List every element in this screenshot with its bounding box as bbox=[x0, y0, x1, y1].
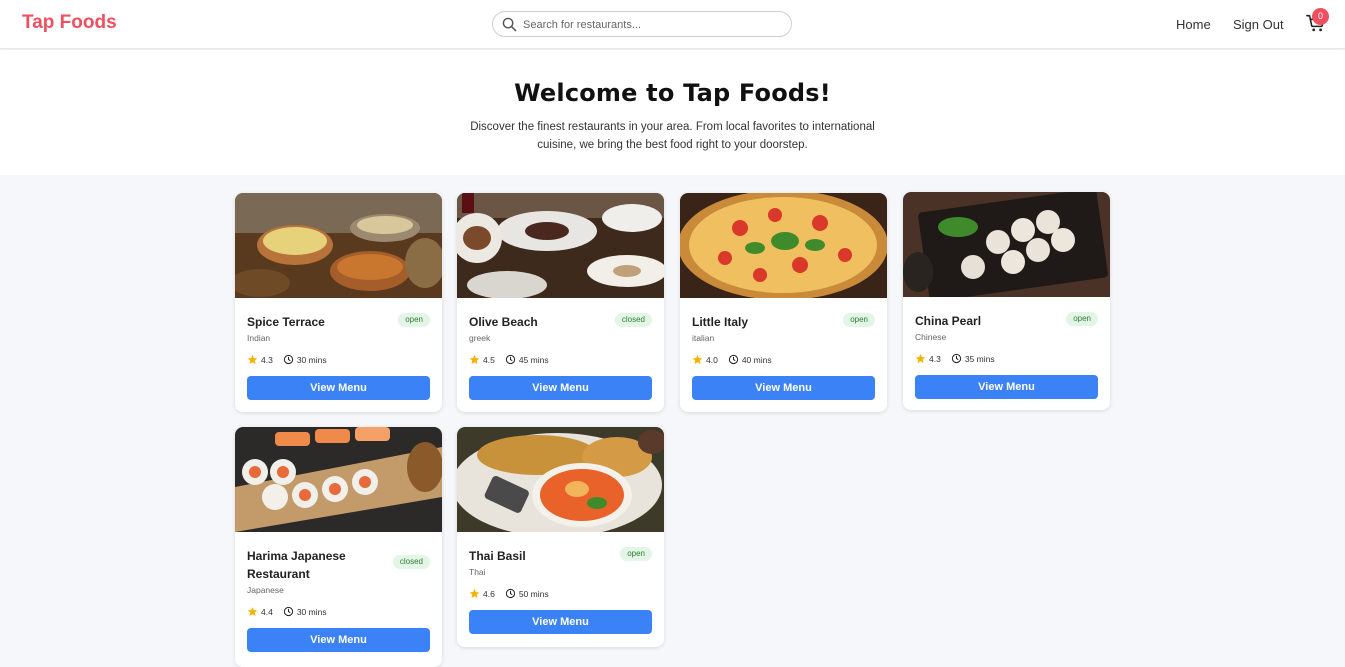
restaurant-card[interactable]: Thai Basil open Thai 4.6 50 mins View Me… bbox=[457, 427, 664, 647]
star-icon bbox=[469, 354, 480, 365]
delivery-time: 35 mins bbox=[964, 353, 995, 364]
restaurant-name: China Pearl bbox=[915, 314, 982, 328]
view-menu-button[interactable]: View Menu bbox=[915, 375, 1098, 399]
restaurant-cuisine: Japanese bbox=[247, 585, 284, 595]
clock-icon bbox=[505, 354, 515, 365]
clock-icon bbox=[283, 354, 293, 365]
restaurant-meta: 4.4 30 mins bbox=[247, 606, 327, 617]
view-menu-button[interactable]: View Menu bbox=[692, 376, 875, 400]
star-icon bbox=[247, 606, 258, 617]
delivery-time: 30 mins bbox=[296, 606, 327, 617]
restaurant-meta: 4.3 35 mins bbox=[915, 353, 995, 364]
clock-icon bbox=[283, 606, 293, 617]
hero-subtitle: Discover the finest restaurants in your … bbox=[470, 121, 875, 151]
restaurant-image bbox=[457, 193, 664, 298]
status-badge: closed bbox=[614, 313, 652, 327]
restaurant-card[interactable]: Spice Terrace open Indian 4.3 30 mins Vi… bbox=[235, 193, 442, 412]
star-icon bbox=[692, 354, 703, 365]
clock-icon bbox=[505, 588, 515, 599]
clock-icon bbox=[951, 353, 961, 364]
status-badge: open bbox=[620, 547, 652, 561]
rating-value: 4.3 bbox=[929, 353, 941, 364]
hero-section: Welcome to Tap Foods! Discover the fines… bbox=[0, 50, 1345, 175]
restaurant-meta: 4.0 40 mins bbox=[692, 354, 772, 365]
restaurant-card[interactable]: Harima Japanese Restaurant closed Japane… bbox=[235, 427, 442, 667]
nav-home-link[interactable]: Home bbox=[1176, 17, 1211, 32]
search-icon bbox=[502, 17, 517, 32]
restaurant-card[interactable]: Olive Beach closed greek 4.5 45 mins Vie… bbox=[457, 193, 664, 412]
star-icon bbox=[247, 354, 258, 365]
restaurant-cuisine: italian bbox=[692, 333, 715, 343]
view-menu-button[interactable]: View Menu bbox=[469, 376, 652, 400]
restaurant-name: Little Italy bbox=[692, 315, 749, 329]
restaurant-meta: 4.6 50 mins bbox=[469, 588, 549, 599]
restaurant-image bbox=[235, 427, 442, 532]
delivery-time: 30 mins bbox=[296, 354, 327, 365]
restaurant-image bbox=[903, 192, 1110, 297]
search-input[interactable] bbox=[523, 15, 783, 34]
star-icon bbox=[915, 353, 926, 364]
status-badge: open bbox=[843, 313, 875, 327]
restaurant-card[interactable]: Little Italy open italian 4.0 40 mins Vi… bbox=[680, 193, 887, 412]
view-menu-button[interactable]: View Menu bbox=[469, 610, 652, 634]
cart-count-badge: 0 bbox=[1312, 8, 1329, 25]
restaurant-card[interactable]: China Pearl open Chinese 4.3 35 mins Vie… bbox=[903, 192, 1110, 410]
delivery-time: 40 mins bbox=[741, 354, 772, 365]
top-navbar: Tap Foods Home Sign Out 0 bbox=[0, 0, 1345, 49]
star-icon bbox=[469, 588, 480, 599]
search-bar[interactable] bbox=[492, 11, 792, 37]
status-badge: closed bbox=[392, 555, 430, 569]
restaurant-name: Thai Basil bbox=[469, 549, 526, 563]
restaurant-cuisine: greek bbox=[469, 333, 491, 343]
restaurant-meta: 4.5 45 mins bbox=[469, 354, 549, 365]
restaurant-image bbox=[680, 193, 887, 298]
rating-value: 4.6 bbox=[483, 588, 495, 599]
delivery-time: 45 mins bbox=[518, 354, 549, 365]
restaurant-name: Spice Terrace bbox=[247, 315, 325, 329]
hero-title: Welcome to Tap Foods! bbox=[514, 79, 831, 107]
rating-value: 4.4 bbox=[261, 606, 273, 617]
restaurant-meta: 4.3 30 mins bbox=[247, 354, 327, 365]
view-menu-button[interactable]: View Menu bbox=[247, 376, 430, 400]
rating-value: 4.3 bbox=[261, 354, 273, 365]
delivery-time: 50 mins bbox=[518, 588, 549, 599]
view-menu-button[interactable]: View Menu bbox=[247, 628, 430, 652]
restaurant-cuisine: Thai bbox=[469, 567, 486, 577]
nav-sign-out-link[interactable]: Sign Out bbox=[1233, 17, 1284, 32]
clock-icon bbox=[728, 354, 738, 365]
rating-value: 4.0 bbox=[706, 354, 718, 365]
brand-logo[interactable]: Tap Foods bbox=[22, 12, 117, 34]
restaurant-cuisine: Chinese bbox=[915, 332, 947, 342]
restaurant-image bbox=[457, 427, 664, 532]
status-badge: open bbox=[398, 313, 430, 327]
restaurant-name: Harima Japanese Restaurant bbox=[247, 549, 346, 581]
rating-value: 4.5 bbox=[483, 354, 495, 365]
restaurant-image bbox=[235, 193, 442, 298]
restaurant-cuisine: Indian bbox=[247, 333, 271, 343]
status-badge: open bbox=[1066, 312, 1098, 326]
restaurant-name: Olive Beach bbox=[469, 315, 538, 329]
